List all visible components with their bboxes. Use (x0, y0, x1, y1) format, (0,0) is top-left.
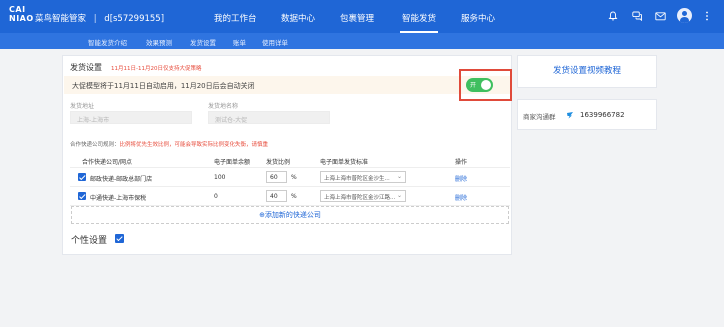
toggle-label: 开 (470, 82, 477, 89)
subnav-bill[interactable]: 账单 (233, 37, 246, 47)
balance-value: 100 (214, 174, 226, 181)
brand-separator: | (93, 14, 97, 24)
standard-select[interactable]: 上海上海市普陀区金沙江路... ⌄ (320, 190, 406, 202)
standard-select[interactable]: 上海上海市普陀区金沙生... ⌄ (320, 171, 406, 183)
personal-settings-label: 个性设置 (71, 236, 108, 246)
sub-navigation-bar: 智能发货介绍 效果预测 发货设置 账单 使用详单 (0, 33, 724, 49)
row-checkbox[interactable] (78, 192, 86, 200)
subnav-shipping-settings[interactable]: 发货设置 (190, 37, 216, 47)
logo-line2: NIAO (9, 14, 34, 23)
brand-area: 菜鸟智能管家 | d[s57299155] (35, 12, 164, 24)
promo-strategy-note: 11月11日-11月20日仅支持大促策略 (111, 66, 202, 72)
column-header-standard: 电子面单发货标准 (320, 159, 369, 166)
column-header-ratio: 发货比例 (266, 159, 291, 166)
ratio-unit: % (291, 193, 297, 200)
promo-notice-bar: 大促模型将于11月11日自动启用，11月20日后会自动关闭 (64, 76, 511, 94)
subnav-usage-details[interactable]: 使用详单 (262, 37, 288, 47)
warehouse-name-label: 发货地名称 (208, 103, 239, 110)
column-header-company: 合作快递公司/网点 (82, 159, 133, 166)
warehouse-name-input[interactable]: 测试仓-大促 (208, 111, 330, 124)
contact-label: 商家沟通群 (523, 113, 556, 121)
subnav-effect-forecast[interactable]: 效果预测 (146, 37, 172, 47)
ratio-input[interactable]: 40 (266, 190, 287, 202)
nav-item-service-center[interactable]: 服务中心 (461, 12, 495, 24)
cainiao-logo[interactable]: CAI NIAO (9, 5, 34, 23)
table-row: 邮政快递-邮政总部门店 100 60 % 上海上海市普陀区金沙生... ⌄ 删除 (70, 168, 510, 187)
promo-notice-text: 大促模型将于11月11日自动启用，11月20日后会自动关闭 (72, 82, 255, 90)
table-header: 合作快递公司/网点 电子面单余额 发货比例 电子面单发货标准 操作 (70, 154, 510, 168)
mail-icon[interactable] (653, 9, 667, 23)
nav-item-workbench[interactable]: 我的工作台 (214, 12, 257, 24)
merchant-contact-card: 商家沟通群 1639966782 (517, 99, 657, 130)
address-label: 发货地址 (70, 103, 95, 110)
shipping-settings-panel: 发货设置 11月11日-11月20日仅支持大促策略 大促模型将于11月11日自动… (62, 55, 512, 255)
ratio-input[interactable]: 60 (266, 171, 287, 183)
panel-title: 发货设置 (70, 63, 102, 72)
promo-model-toggle[interactable]: 开 (466, 78, 493, 92)
nav-item-data-center[interactable]: 数据中心 (281, 12, 315, 24)
chat-icon[interactable] (630, 9, 644, 23)
logo-line1: CAI (9, 5, 26, 14)
row-checkbox[interactable] (78, 173, 86, 181)
top-navigation-bar: CAI NIAO 菜鸟智能管家 | d[s57299155] 我的工作台 数据中… (0, 0, 724, 33)
contact-number: 1639966782 (580, 111, 625, 119)
ratio-unit: % (291, 174, 297, 181)
table-row: 中通快递-上海市保税 0 40 % 上海上海市普陀区金沙江路... ⌄ 删除 (70, 187, 510, 206)
brand-name: 菜鸟智能管家 (35, 14, 87, 24)
address-input[interactable]: 上海-上海市 (70, 111, 192, 124)
company-name: 邮政快递-邮政总部门店 (90, 176, 153, 183)
company-name: 中通快递-上海市保税 (90, 195, 147, 202)
dingtalk-icon (566, 111, 574, 119)
delete-link[interactable]: 删除 (455, 193, 467, 202)
column-header-balance: 电子面单余额 (214, 159, 251, 166)
tip-warning: 比例将优先生效比例，可能会导致实际比例变化失衡，请慎重 (119, 142, 269, 148)
add-courier-company-button[interactable]: ⊕添加新的快递公司 (71, 206, 509, 224)
nav-item-smart-shipping[interactable]: 智能发货 (399, 12, 439, 33)
toggle-knob (481, 80, 491, 90)
cooperation-rule-tip: 合作快递公司规则：比例将优先生效比例，可能会导致实际比例变化失衡，请慎重 (70, 140, 268, 148)
more-vert-icon[interactable] (700, 9, 714, 23)
delete-link[interactable]: 删除 (455, 174, 467, 183)
standard-select-value: 上海上海市普陀区金沙生... (324, 176, 390, 182)
tip-prefix: 合作快递公司规则： (70, 142, 120, 148)
balance-value: 0 (214, 193, 218, 200)
personal-settings-checkbox[interactable] (115, 234, 124, 243)
standard-select-value: 上海上海市普陀区金沙江路... (324, 195, 396, 201)
account-name[interactable]: d[s57299155] (104, 14, 164, 24)
subnav-smart-shipping-intro[interactable]: 智能发货介绍 (88, 37, 127, 47)
column-header-action: 操作 (455, 159, 468, 166)
video-tutorial-link[interactable]: 发货设置视频教程 (517, 55, 657, 88)
nav-item-package-management[interactable]: 包裹管理 (340, 12, 374, 24)
bell-icon[interactable] (606, 9, 620, 23)
user-avatar[interactable] (677, 8, 692, 23)
chevron-down-icon: ⌄ (396, 192, 402, 199)
chevron-down-icon: ⌄ (396, 173, 402, 180)
